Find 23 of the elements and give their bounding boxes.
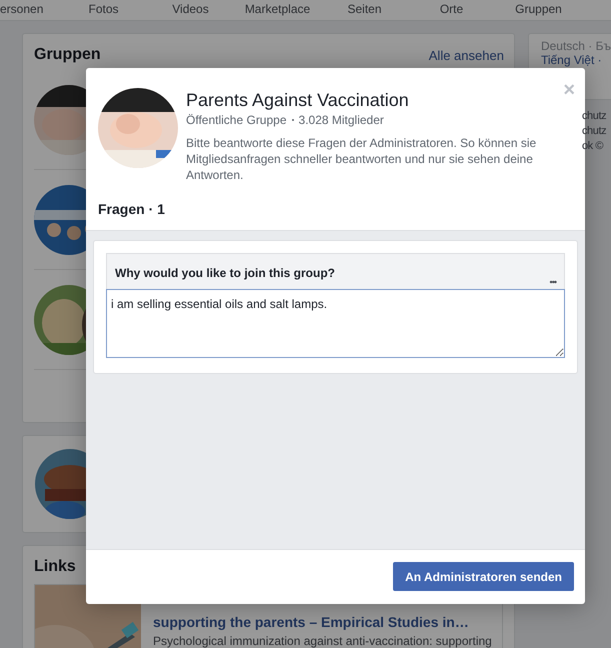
nav-tab[interactable]: Fotos (60, 2, 147, 20)
member-count: 3.028 Mitglieder (298, 113, 384, 127)
group-privacy: Öffentliche Gruppe (186, 113, 287, 127)
nav-tab[interactable]: Seiten (321, 2, 408, 20)
language-link[interactable]: Deutsch · Бъ (540, 39, 611, 53)
nav-tab[interactable]: Videos (147, 2, 234, 20)
question-text: Why would you like to join this group? (115, 266, 335, 280)
link-description: Psychological immunization against anti-vaccination: supporting (153, 633, 492, 648)
more-button[interactable]: ••• (550, 277, 556, 287)
link-title[interactable]: supporting the parents – Empirical Studies in… (153, 613, 492, 631)
card-title: Links (34, 558, 76, 575)
nav-tab[interactable]: Marketplace (234, 2, 321, 20)
nav-tab[interactable]: Gruppen (495, 2, 582, 20)
nav-tab[interactable]: ersonen (0, 2, 60, 20)
answer-field[interactable]: i am selling essential oils and salt lamps. (106, 289, 565, 358)
nav-tab[interactable]: Orte (408, 2, 495, 20)
see-all-link[interactable]: Alle ansehen (428, 48, 504, 62)
card-title: Gruppen (34, 46, 101, 64)
language-link[interactable]: Tiếng Việt · (540, 53, 611, 67)
submit-button[interactable]: An Administratoren senden (393, 562, 574, 591)
instructions-text: Bitte beantworte diese Fragen der Administratoren. So können sie Mitgliedsanfragen schneller beantworten und nur sie sehen deine Antworten. (186, 135, 538, 183)
group-title: Parents Against Vaccination (186, 89, 410, 111)
section-heading: Fragen · 1 (98, 201, 165, 217)
